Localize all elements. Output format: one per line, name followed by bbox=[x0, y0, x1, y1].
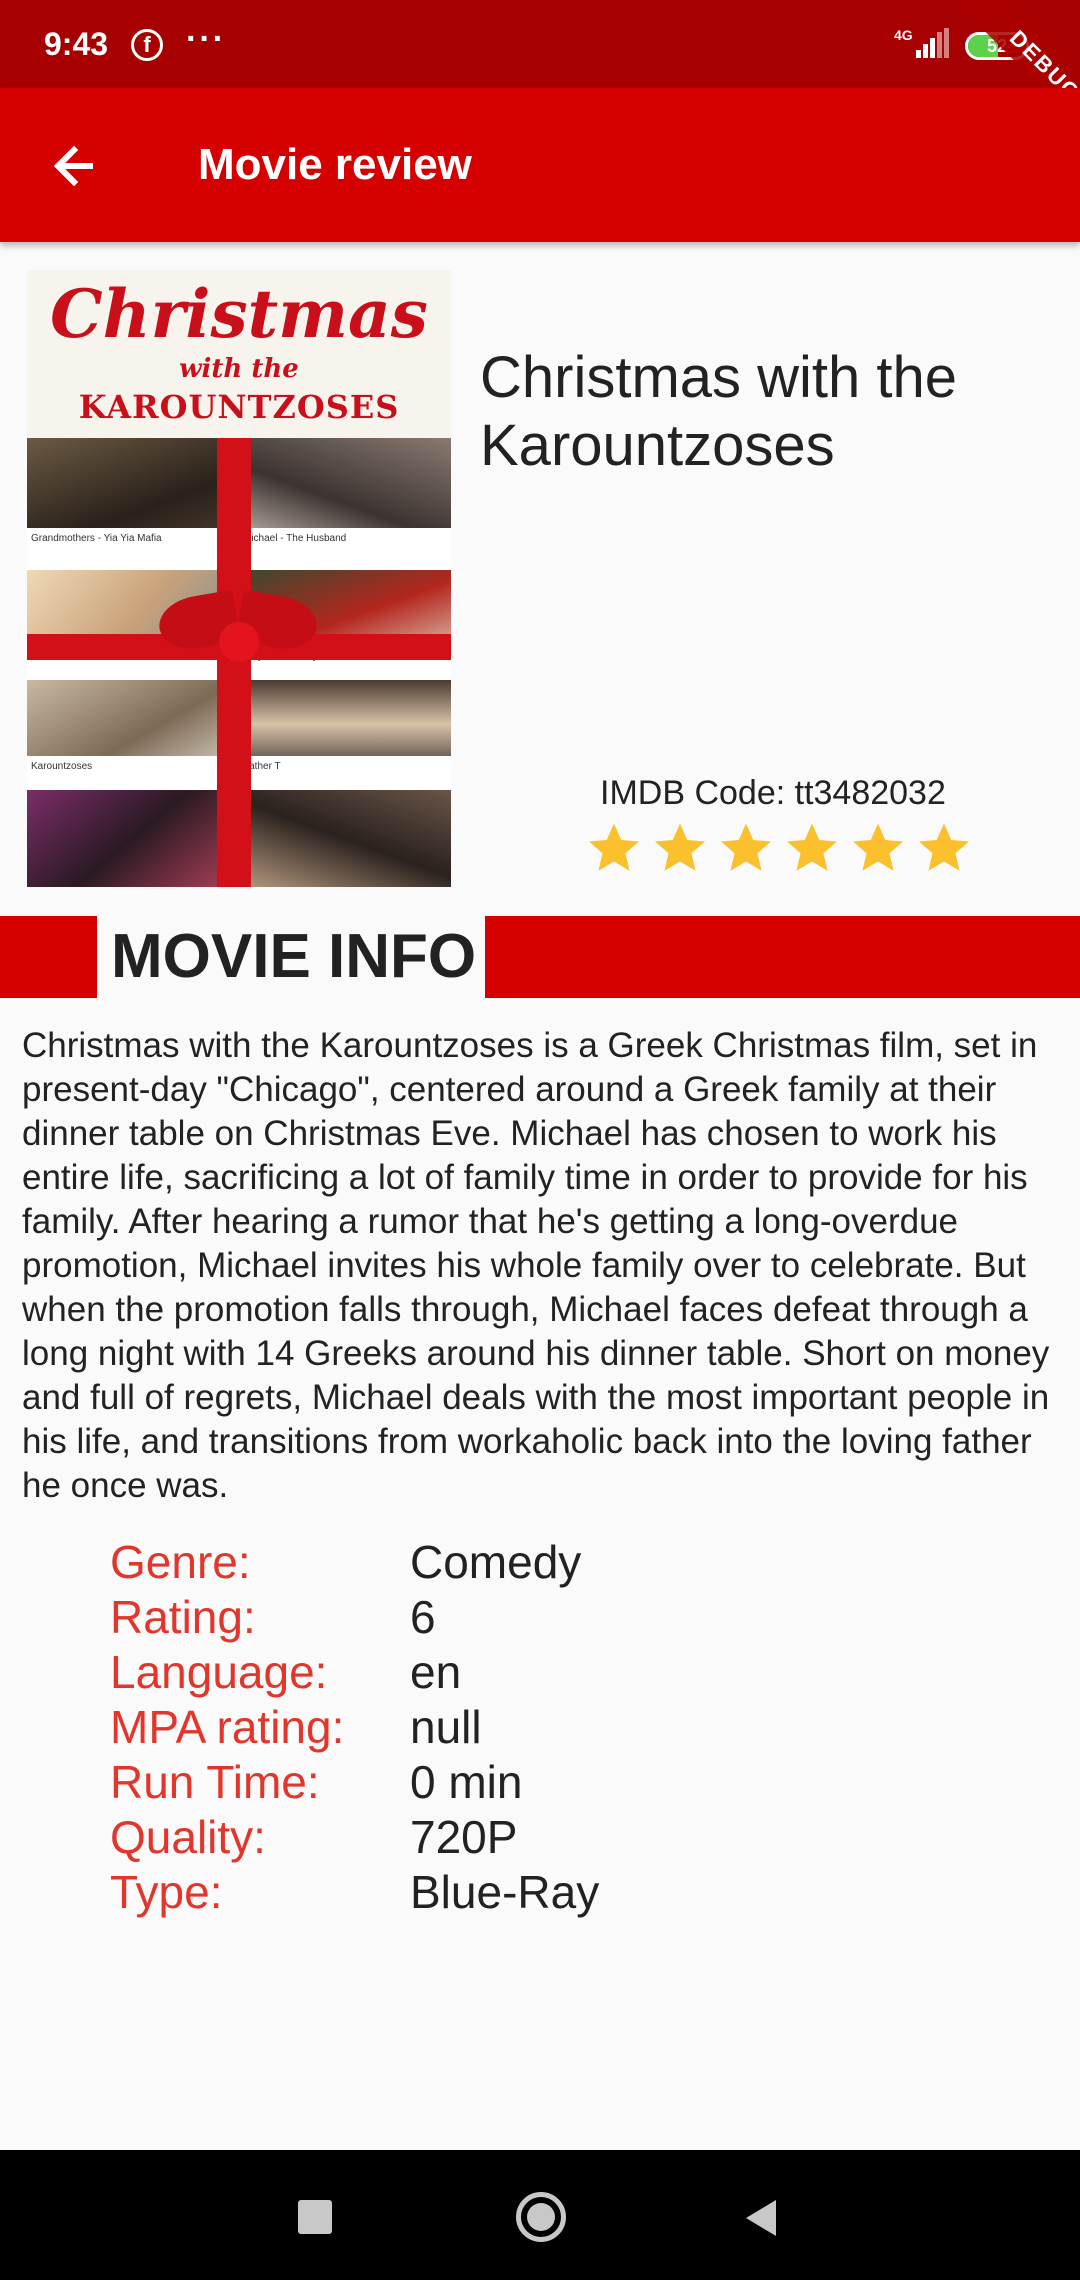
poster-caption: Michael - The Husband bbox=[239, 528, 451, 550]
status-bar: 9:43 f ··· 4G 52 DEBUG bbox=[0, 0, 1080, 161]
arrow-left-icon bbox=[53, 145, 93, 187]
screen: 9:43 f ··· 4G 52 DEBUG Movie review Chri… bbox=[0, 0, 1080, 2280]
info-value: 720P bbox=[410, 1811, 518, 1863]
poster-title-line1: Christmas bbox=[50, 275, 428, 353]
info-value: 6 bbox=[410, 1591, 436, 1643]
info-label: Rating: bbox=[110, 1591, 256, 1643]
star-icon bbox=[782, 818, 842, 878]
poster-photo-bottom-left bbox=[27, 790, 239, 887]
info-value: null bbox=[410, 1701, 482, 1753]
poster-ribbon bbox=[217, 438, 251, 887]
movie-description: Christmas with the Karountzoses is a Gre… bbox=[22, 1026, 1050, 1505]
star-icon bbox=[650, 818, 710, 878]
info-label: Type: bbox=[110, 1866, 223, 1918]
poster-photo-family: Karountzoses bbox=[27, 680, 239, 778]
info-label: Quality: bbox=[110, 1811, 266, 1863]
network-type: 4G bbox=[894, 27, 913, 43]
star-icon bbox=[848, 818, 908, 878]
info-row-run-time: Run Time: 0 min bbox=[110, 1755, 1010, 1810]
poster-caption: Father T bbox=[239, 756, 451, 778]
info-value: Blue-Ray bbox=[410, 1866, 600, 1918]
star-icon bbox=[914, 818, 974, 878]
app-bar: Movie review bbox=[0, 88, 1080, 242]
poster-title-area: Christmas with the KAROUNTZOSES bbox=[27, 270, 451, 438]
poster-photo-priest: Father T bbox=[239, 680, 451, 778]
facebook-icon: f bbox=[131, 29, 163, 61]
poster-photo-grandmothers: Grandmothers - Yia Yia Mafia bbox=[27, 438, 239, 550]
rating-stars bbox=[584, 818, 980, 878]
info-row-type: Type: Blue-Ray bbox=[110, 1865, 1010, 1920]
info-value: 0 min bbox=[410, 1756, 523, 1808]
movie-poster: Christmas with the KAROUNTZOSES Grandmot… bbox=[27, 270, 451, 887]
home-circle-icon[interactable] bbox=[516, 2192, 566, 2242]
poster-title-line2: with the bbox=[179, 354, 299, 384]
status-time: 9:43 bbox=[44, 26, 109, 62]
info-row-genre: Genre: Comedy bbox=[110, 1535, 1010, 1590]
info-label: MPA rating: bbox=[110, 1701, 345, 1753]
poster-caption: Karountzoses bbox=[27, 756, 239, 778]
info-value: en bbox=[410, 1646, 462, 1698]
star-icon bbox=[584, 818, 644, 878]
info-label: Run Time: bbox=[110, 1756, 320, 1808]
page-title: Movie review bbox=[198, 140, 472, 189]
poster-caption: Grandmothers - Yia Yia Mafia bbox=[27, 528, 239, 550]
info-label: Genre: bbox=[110, 1536, 251, 1588]
signal-icon bbox=[916, 28, 950, 58]
back-triangle-icon[interactable] bbox=[742, 2198, 778, 2238]
info-label: Language: bbox=[110, 1646, 328, 1698]
imdb-code: IMDB Code: tt3482032 bbox=[600, 774, 946, 812]
info-row-quality: Quality: 720P bbox=[110, 1810, 1010, 1865]
info-table: Genre: Comedy Rating: 6 Language: en MPA… bbox=[110, 1535, 1010, 1920]
movie-title: Christmas with the Karountzoses bbox=[480, 345, 958, 478]
more-dots-icon: ··· bbox=[186, 20, 226, 58]
system-nav-bar bbox=[0, 2150, 1080, 2280]
poster-bow-knot bbox=[219, 622, 259, 662]
back-button[interactable] bbox=[40, 130, 112, 202]
section-title: MOVIE INFO bbox=[97, 916, 485, 998]
poster-title-line3: KAROUNTZOSES bbox=[78, 388, 400, 426]
info-row-language: Language: en bbox=[110, 1645, 1010, 1700]
info-row-mpa-rating: MPA rating: null bbox=[110, 1700, 1010, 1755]
poster-photo-bottom-right bbox=[239, 790, 451, 887]
info-value: Comedy bbox=[410, 1536, 582, 1588]
info-row-rating: Rating: 6 bbox=[110, 1590, 1010, 1645]
recents-square-icon[interactable] bbox=[298, 2200, 332, 2234]
star-icon bbox=[716, 818, 776, 878]
poster-photo-husband: Michael - The Husband bbox=[239, 438, 451, 550]
